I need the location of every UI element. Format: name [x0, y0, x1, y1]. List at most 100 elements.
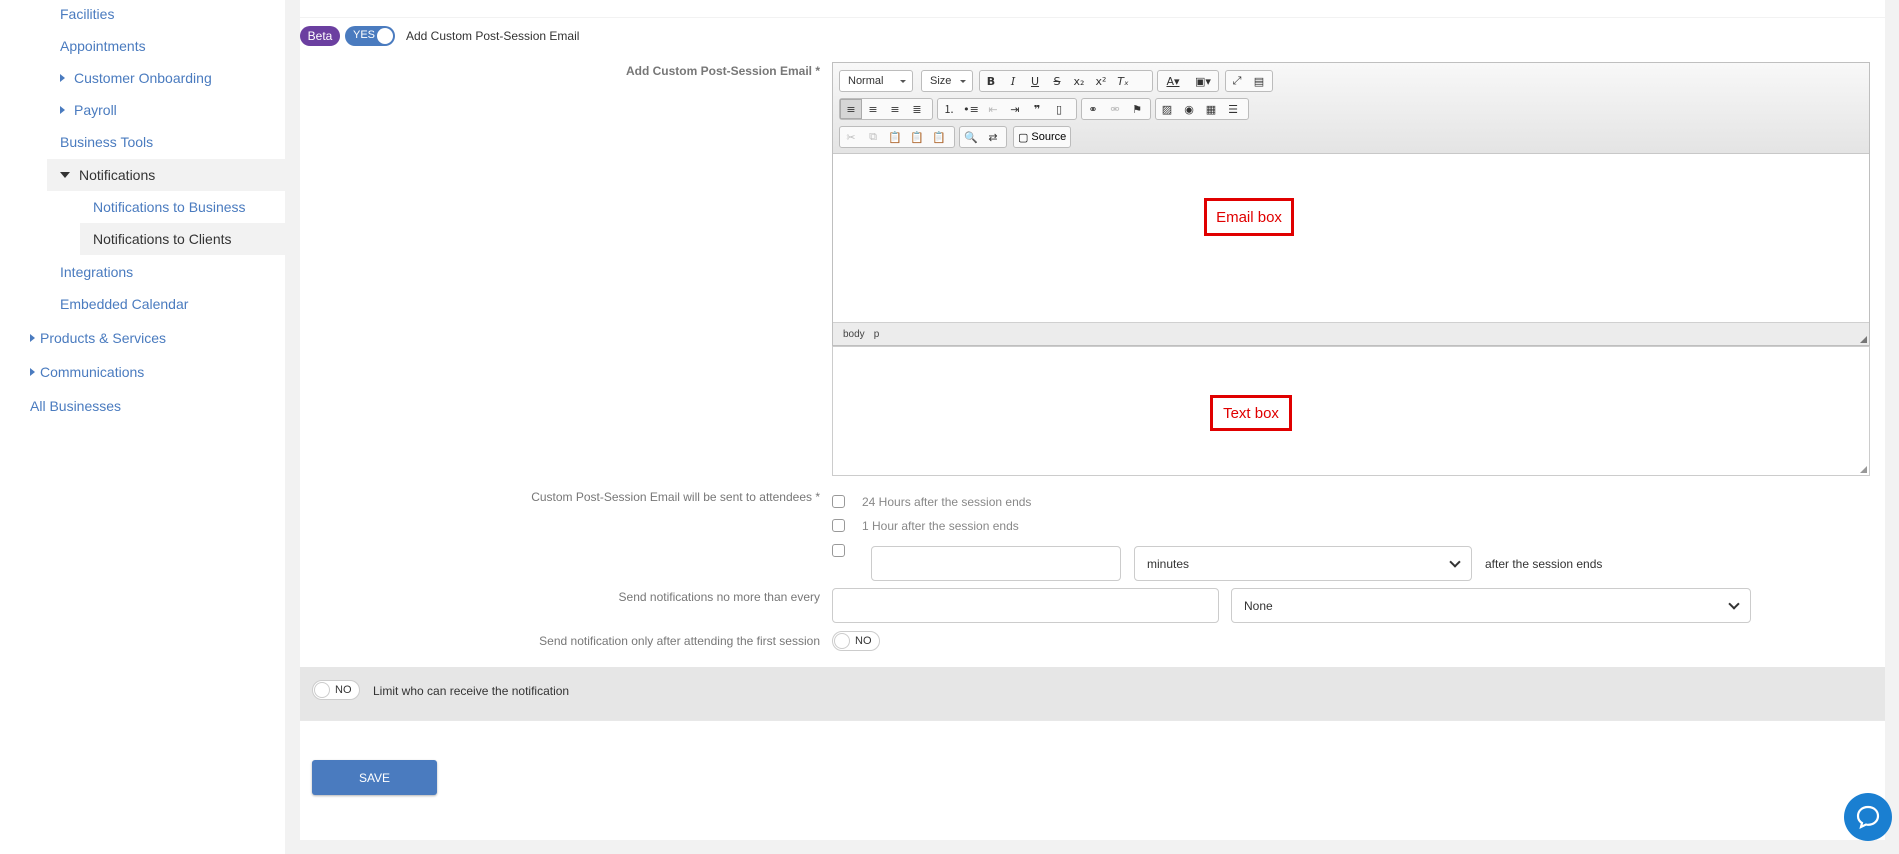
chat-launcher-button[interactable]	[1844, 793, 1892, 841]
paste-icon[interactable]: 📋	[884, 127, 906, 147]
sidebar-item-label: Notifications to Business	[93, 199, 246, 215]
sidebar-item-communications[interactable]: Communications	[0, 356, 285, 388]
image-icon[interactable]: ▨	[1156, 99, 1178, 119]
format-select-value: Normal	[848, 75, 884, 87]
align-center-icon[interactable]: ≡	[862, 99, 884, 119]
editor-statusbar: body p	[833, 322, 1869, 345]
copy-icon[interactable]: ⧉	[862, 127, 884, 147]
sidebar-item-label: Embedded Calendar	[60, 296, 189, 312]
sidebar-item-facilities[interactable]: Facilities	[0, 0, 285, 30]
sidebar-item-label: Notifications	[79, 167, 156, 183]
cut-icon[interactable]: ✂	[840, 127, 862, 147]
toggle-knob	[377, 28, 393, 44]
strikethrough-icon[interactable]: S	[1046, 71, 1068, 91]
frequency-unit-select[interactable]: None	[1231, 588, 1751, 623]
sidebar-item-embedded-calendar[interactable]: Embedded Calendar	[0, 288, 285, 320]
view-button-group: ⤢ ▤	[1225, 70, 1273, 92]
toggle-label: NO	[335, 684, 352, 696]
sidebar-item-customer-onboarding[interactable]: Customer Onboarding	[0, 62, 285, 94]
text-box-annotation: Text box	[1210, 395, 1292, 431]
align-left-icon[interactable]: ≡	[840, 99, 862, 119]
time-unit-select[interactable]: minutes	[1134, 546, 1472, 581]
size-select[interactable]: Size	[921, 70, 973, 92]
email-box-annotation: Email box	[1204, 198, 1294, 236]
horizontal-line-icon[interactable]: ☰	[1222, 99, 1244, 119]
sidebar-item-notifications-to-clients[interactable]: Notifications to Clients	[80, 223, 285, 255]
bold-icon[interactable]: B	[980, 71, 1002, 91]
top-card	[300, 0, 1885, 17]
sidebar-item-all-businesses[interactable]: All Businesses	[0, 390, 285, 422]
checkbox-1-hour[interactable]	[832, 519, 845, 532]
email-editor-area[interactable]: Email box	[833, 154, 1869, 322]
replace-icon[interactable]: ⇄	[982, 127, 1004, 147]
path-body[interactable]: body	[843, 329, 865, 340]
main-content: Beta YES Add Custom Post-Session Email A…	[285, 0, 1899, 854]
rich-text-editor[interactable]: Normal Size B I U S x₂ x² Tₓ A▾ ▣▾ ⤢ ▤ ≡…	[832, 62, 1870, 346]
indent-icon[interactable]: ⇥	[1004, 99, 1026, 119]
table-icon[interactable]: ▦	[1200, 99, 1222, 119]
sidebar-item-products-services[interactable]: Products & Services	[0, 322, 285, 354]
paste-word-icon[interactable]: 📋	[928, 127, 950, 147]
source-icon: ▢	[1018, 131, 1029, 144]
sidebar-item-notifications-to-business[interactable]: Notifications to Business	[0, 191, 285, 223]
underline-icon[interactable]: U	[1024, 71, 1046, 91]
sidebar-item-label: Notifications to Clients	[93, 231, 232, 247]
link-icon[interactable]: ⚭	[1082, 99, 1104, 119]
blockquote-icon[interactable]: ❞	[1026, 99, 1048, 119]
format-select[interactable]: Normal	[839, 70, 913, 92]
italic-icon[interactable]: I	[1002, 71, 1024, 91]
option-1-hour-label: 1 Hour after the session ends	[862, 519, 1019, 533]
paste-text-icon[interactable]: 📋	[906, 127, 928, 147]
align-justify-icon[interactable]: ≣	[906, 99, 928, 119]
first-session-toggle[interactable]: NO	[832, 631, 880, 651]
sidebar-item-label: Communications	[40, 364, 145, 380]
caret-right-icon	[30, 368, 35, 376]
flash-icon[interactable]: ◉	[1178, 99, 1200, 119]
chat-bubble-icon	[1856, 805, 1880, 830]
resize-handle-icon[interactable]	[1860, 466, 1867, 473]
resize-handle-icon[interactable]	[1860, 336, 1867, 343]
sidebar-item-integrations[interactable]: Integrations	[0, 256, 285, 288]
link-button-group: ⚭ ⚮ ⚑	[1081, 98, 1151, 120]
frequency-input[interactable]	[832, 588, 1219, 623]
sidebar-item-appointments[interactable]: Appointments	[0, 30, 285, 62]
limit-recipients-toggle[interactable]: NO	[312, 680, 360, 700]
superscript-icon[interactable]: x²	[1090, 71, 1112, 91]
numbered-list-icon[interactable]: ⒈	[938, 99, 960, 119]
sidebar-item-business-tools[interactable]: Business Tools	[0, 126, 285, 158]
caret-right-icon	[30, 334, 35, 342]
outdent-icon[interactable]: ⇤	[982, 99, 1004, 119]
editor-toolbar: Normal Size B I U S x₂ x² Tₓ A▾ ▣▾ ⤢ ▤ ≡…	[833, 63, 1869, 154]
save-button[interactable]: SAVE	[312, 760, 437, 795]
unlink-icon[interactable]: ⚮	[1104, 99, 1126, 119]
show-blocks-icon[interactable]: ▤	[1248, 71, 1270, 91]
custom-time-input[interactable]	[871, 546, 1121, 581]
enable-toggle[interactable]: YES	[345, 26, 395, 46]
find-icon[interactable]: 🔍	[960, 127, 982, 147]
align-right-icon[interactable]: ≡	[884, 99, 906, 119]
limit-recipients-panel: NO Limit who can receive the notificatio…	[300, 667, 1885, 720]
path-p[interactable]: p	[874, 329, 880, 340]
text-color-icon[interactable]: A▾	[1158, 71, 1188, 91]
checkbox-custom[interactable]	[832, 544, 845, 557]
plain-text-area[interactable]: Text box	[832, 346, 1870, 476]
sidebar-item-payroll[interactable]: Payroll	[0, 94, 285, 126]
frequency-unit-value: None	[1244, 598, 1273, 613]
anchor-flag-icon[interactable]: ⚑	[1126, 99, 1148, 119]
bulleted-list-icon[interactable]: •≡	[960, 99, 982, 119]
toggle-knob	[834, 633, 850, 649]
subscript-icon[interactable]: x₂	[1068, 71, 1090, 91]
maximize-icon[interactable]: ⤢	[1226, 71, 1248, 91]
div-container-icon[interactable]: ▯	[1048, 99, 1070, 119]
sidebar-item-notifications[interactable]: Notifications	[47, 159, 285, 191]
source-label: Source	[1031, 131, 1067, 143]
first-session-label: Send notification only after attending t…	[539, 634, 820, 648]
background-color-icon[interactable]: ▣▾	[1188, 71, 1218, 91]
color-button-group: A▾ ▣▾	[1157, 70, 1219, 92]
source-button[interactable]: ▢ Source	[1013, 126, 1071, 148]
remove-format-icon[interactable]: Tₓ	[1112, 71, 1134, 91]
time-unit-value: minutes	[1147, 556, 1190, 571]
checkbox-24-hours[interactable]	[832, 495, 845, 508]
toggle-label: NO	[855, 635, 872, 647]
editor-field-label: Add Custom Post-Session Email *	[625, 64, 820, 78]
